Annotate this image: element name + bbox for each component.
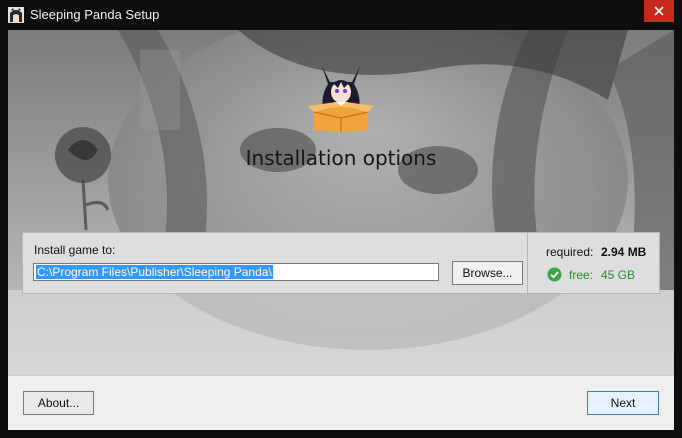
next-button[interactable]: Next — [587, 391, 659, 415]
anime-girl-icon — [8, 7, 24, 23]
window-title: Sleeping Panda Setup — [30, 7, 160, 22]
install-path-value: C:\Program Files\Publisher\Sleeping Pand… — [36, 265, 273, 279]
browse-button[interactable]: Browse... — [452, 261, 523, 285]
install-path-panel: Install game to: C:\Program Files\Publis… — [22, 232, 528, 294]
disk-space-panel: required: 2.94 MB free: 45 GB — [528, 232, 660, 294]
mascot-in-box-icon — [308, 66, 374, 132]
install-path-input[interactable]: C:\Program Files\Publisher\Sleeping Pand… — [33, 263, 439, 281]
free-value: 45 GB — [601, 268, 636, 282]
required-value: 2.94 MB — [601, 245, 647, 259]
free-label: free: — [569, 268, 594, 282]
browse-button-label: Browse... — [462, 266, 513, 280]
title-bar: Sleeping Panda Setup — [0, 0, 682, 30]
check-circle-icon — [547, 267, 562, 282]
page-title: Installation options — [245, 146, 437, 170]
next-button-label: Next — [610, 396, 636, 410]
close-icon — [654, 6, 664, 16]
about-button-label: About... — [37, 396, 80, 410]
required-label: required: — [546, 245, 594, 259]
install-path-label: Install game to: — [34, 243, 116, 257]
footer-bar: About... Next — [8, 375, 674, 430]
close-button[interactable] — [644, 0, 674, 22]
about-button[interactable]: About... — [23, 391, 94, 415]
installer-content: Installation options Install game to: C:… — [8, 30, 674, 430]
